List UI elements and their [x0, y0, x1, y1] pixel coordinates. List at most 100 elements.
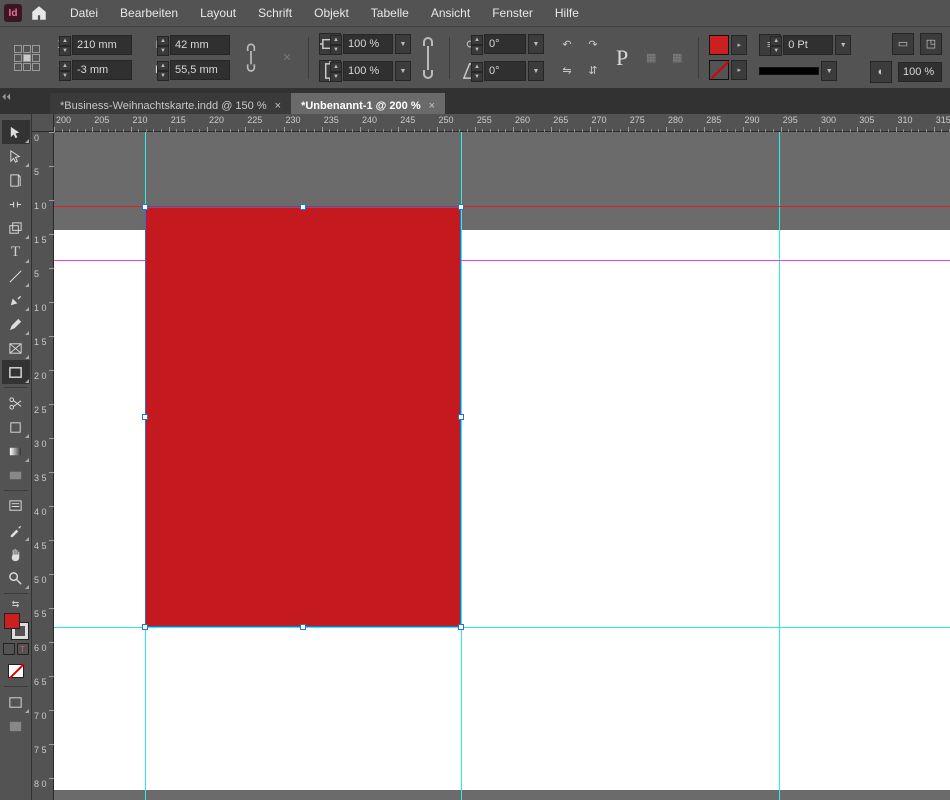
paragraph-icon: P: [610, 45, 634, 71]
menu-fenster[interactable]: Fenster: [482, 2, 543, 24]
scale-y-field[interactable]: ▲▼ 100 %: [343, 61, 393, 81]
scale-x-dropdown[interactable]: ▼: [395, 34, 411, 54]
stroke-weight-dropdown[interactable]: ▼: [835, 35, 851, 55]
selection-handle[interactable]: [458, 414, 464, 420]
guide-vertical[interactable]: [461, 132, 462, 800]
horizontal-ruler[interactable]: 2002052102152202252302352402452502552602…: [54, 114, 950, 132]
selection-tool[interactable]: [2, 120, 30, 144]
menu-schrift[interactable]: Schrift: [248, 2, 302, 24]
line-tool[interactable]: [2, 264, 30, 288]
gradient-feather-tool[interactable]: [2, 463, 30, 487]
menu-tabelle[interactable]: Tabelle: [361, 2, 419, 24]
selected-rectangle[interactable]: [145, 207, 461, 627]
home-icon[interactable]: [30, 4, 48, 22]
selection-handle[interactable]: [142, 624, 148, 630]
pencil-tool[interactable]: [2, 312, 30, 336]
opacity-field[interactable]: 100 %: [898, 62, 942, 82]
view-mode-icon[interactable]: [2, 690, 30, 714]
rectangle-frame-tool[interactable]: [2, 336, 30, 360]
selection-handle[interactable]: [142, 204, 148, 210]
constrain-wh-icon[interactable]: [240, 47, 262, 69]
rotate-ccw-icon[interactable]: ↶: [556, 34, 578, 56]
h-field[interactable]: ▲▼ 55,5 mm: [170, 60, 230, 80]
close-icon[interactable]: ×: [275, 100, 281, 112]
menu-bearbeiten[interactable]: Bearbeiten: [110, 2, 188, 24]
h-spinner[interactable]: ▲▼: [157, 61, 169, 81]
selection-handle[interactable]: [458, 204, 464, 210]
clear-transform-icon[interactable]: ✕: [276, 47, 298, 69]
scale-y-spinner[interactable]: ▲▼: [330, 62, 342, 82]
document-viewport[interactable]: 2002052102152202252302352402452502552602…: [32, 114, 950, 800]
shear-dropdown[interactable]: ▼: [528, 61, 544, 81]
pen-tool[interactable]: [2, 288, 30, 312]
guide-vertical[interactable]: [779, 132, 780, 800]
rotate-dropdown[interactable]: ▼: [528, 34, 544, 54]
y-field[interactable]: ▲▼ -3 mm: [72, 60, 132, 80]
zoom-tool[interactable]: [2, 566, 30, 590]
stroke-style[interactable]: [759, 67, 819, 75]
page-tool[interactable]: [2, 168, 30, 192]
constrain-scale-icon[interactable]: [417, 36, 439, 80]
note-tool[interactable]: [2, 494, 30, 518]
selection-handle[interactable]: [300, 624, 306, 630]
align-1-icon[interactable]: ▦: [640, 47, 662, 69]
shear-field[interactable]: ▲▼ 0°: [484, 61, 526, 81]
rotate-spinner[interactable]: ▲▼: [471, 35, 483, 55]
formatting-container-icon[interactable]: [3, 643, 15, 655]
vertical-ruler[interactable]: 051 01 551 01 52 02 53 03 54 04 55 05 56…: [32, 132, 54, 800]
panel-toggle-icon[interactable]: ⏴⏴: [2, 92, 11, 103]
apply-none-icon[interactable]: [2, 659, 30, 683]
w-spinner[interactable]: ▲▼: [157, 36, 169, 56]
type-tool[interactable]: T: [2, 240, 30, 264]
content-collector-tool[interactable]: [2, 216, 30, 240]
fill-swatch[interactable]: [709, 35, 729, 55]
stroke-dropdown[interactable]: ▸: [731, 60, 747, 80]
stroke-style-dropdown[interactable]: ▼: [821, 61, 837, 81]
rectangle-tool[interactable]: [2, 360, 30, 384]
rotate-cw-icon[interactable]: ↷: [582, 34, 604, 56]
menu-ansicht[interactable]: Ansicht: [421, 2, 480, 24]
align-2-icon[interactable]: ▦: [666, 47, 688, 69]
close-icon[interactable]: ×: [429, 100, 435, 112]
scale-y-dropdown[interactable]: ▼: [395, 61, 411, 81]
stroke-swatch[interactable]: [709, 60, 729, 80]
reference-point[interactable]: [14, 45, 40, 71]
gradient-swatch-tool[interactable]: [2, 439, 30, 463]
w-field[interactable]: ▲▼ 42 mm: [170, 35, 230, 55]
y-spinner[interactable]: ▲▼: [59, 61, 71, 81]
x-field[interactable]: ▲▼ 210 mm: [72, 35, 132, 55]
scissors-tool[interactable]: [2, 391, 30, 415]
stroke-weight-spinner[interactable]: ▲▼: [770, 36, 782, 56]
rotate-field[interactable]: ▲▼ 0°: [484, 34, 526, 54]
flip-h-icon[interactable]: ⇋: [556, 60, 578, 82]
menu-layout[interactable]: Layout: [190, 2, 246, 24]
shear-spinner[interactable]: ▲▼: [471, 62, 483, 82]
menu-hilfe[interactable]: Hilfe: [545, 2, 589, 24]
screen-mode-icon[interactable]: [2, 714, 30, 738]
scale-x-field[interactable]: ▲▼ 100 %: [343, 34, 393, 54]
hand-tool[interactable]: [2, 542, 30, 566]
selection-handle[interactable]: [300, 204, 306, 210]
selection-handle[interactable]: [458, 624, 464, 630]
x-spinner[interactable]: ▲▼: [59, 36, 71, 56]
fx-icon[interactable]: ▭: [892, 33, 914, 55]
gap-tool[interactable]: [2, 192, 30, 216]
guide-horizontal[interactable]: [54, 627, 950, 628]
menu-datei[interactable]: Datei: [60, 2, 108, 24]
selection-handle[interactable]: [142, 414, 148, 420]
fill-stroke-proxy[interactable]: [2, 613, 30, 639]
corner-icon[interactable]: ◳: [920, 33, 942, 55]
menu-objekt[interactable]: Objekt: [304, 2, 359, 24]
direct-selection-tool[interactable]: [2, 144, 30, 168]
scale-x-spinner[interactable]: ▲▼: [330, 35, 342, 55]
eyedropper-tool[interactable]: [2, 518, 30, 542]
document-tab-1[interactable]: *Business-Weihnachtskarte.indd @ 150 % ×: [50, 93, 291, 115]
formatting-text-icon[interactable]: T: [17, 643, 29, 655]
fill-dropdown[interactable]: ▸: [731, 35, 747, 55]
ruler-origin[interactable]: [32, 114, 54, 132]
stroke-weight-field[interactable]: ▲▼ 0 Pt: [783, 35, 833, 55]
free-transform-tool[interactable]: [2, 415, 30, 439]
fill-stroke-swap-icon[interactable]: ⇆: [2, 597, 30, 611]
flip-v-icon[interactable]: ⇵: [582, 60, 604, 82]
document-tab-2[interactable]: *Unbenannt-1 @ 200 % ×: [291, 93, 445, 115]
